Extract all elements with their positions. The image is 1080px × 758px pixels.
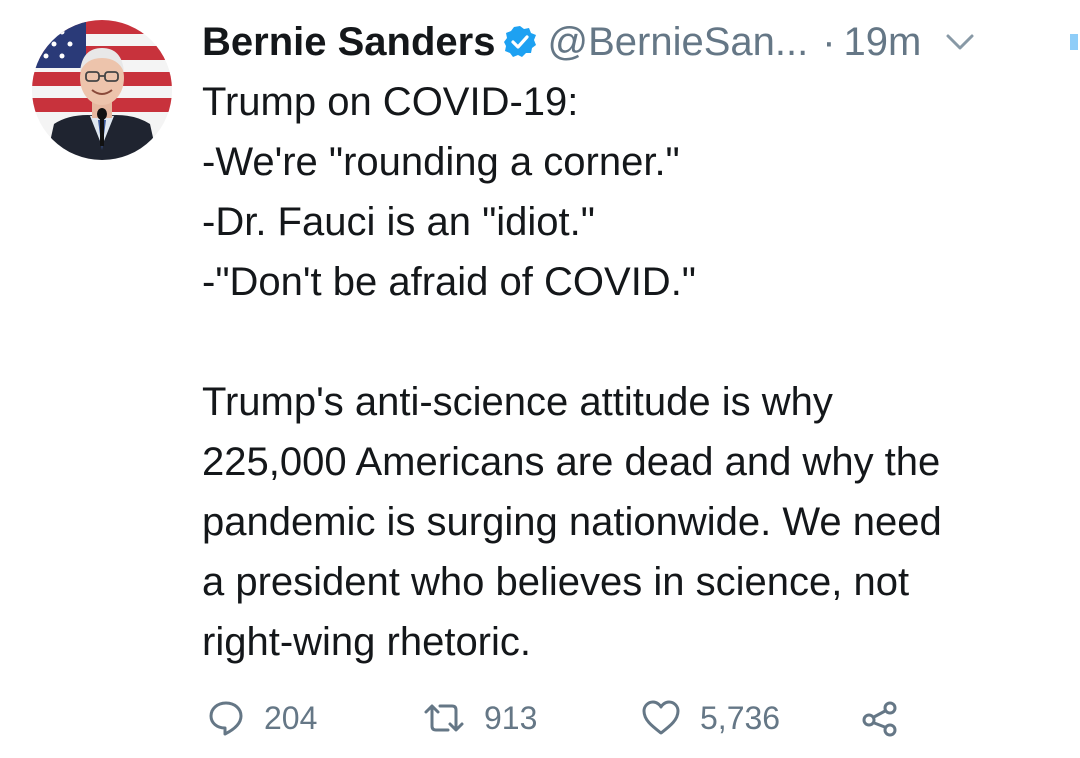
chevron-down-icon[interactable] [945,32,975,52]
retweet-icon [422,698,466,738]
tweet-text: Trump on COVID-19: -We're "rounding a co… [202,72,1062,672]
separator-dot: · [822,19,836,64]
reply-count: 204 [264,699,318,736]
share-button[interactable] [860,694,900,742]
tweet-line: 225,000 Americans are dead and why the [202,440,941,484]
author-handle[interactable]: @BernieSan... [547,20,808,65]
tweet-line: -"Don't be afraid of COVID." [202,260,697,304]
like-icon [640,698,682,738]
tweet-line: right-wing rhetoric. [202,620,532,664]
retweet-count: 913 [484,699,538,736]
author-name[interactable]: Bernie Sanders [202,20,495,65]
tweet-line: a president who believes in science, not [202,560,910,604]
tweet-line: pandemic is surging nationwide. We need [202,500,942,544]
reply-button[interactable]: 204 [206,694,317,742]
retweet-button[interactable]: 913 [422,694,537,742]
avatar-image [32,20,172,160]
reply-icon [206,698,246,738]
tweet-header: Bernie Sanders @BernieSan... · 19m [202,14,1080,70]
tweet-line: Trump on COVID-19: [202,80,579,124]
like-count: 5,736 [700,699,781,736]
avatar[interactable] [32,20,172,160]
verified-badge-icon [503,25,537,59]
tweet-actions: 204 913 5,736 [202,694,962,742]
tweet-line: -We're "rounding a corner." [202,140,680,184]
tweet-line: Trump's anti-science attitude is why [202,380,833,424]
tweet-timestamp[interactable]: 19m [844,20,922,65]
like-button[interactable]: 5,736 [640,694,780,742]
share-icon [860,698,900,738]
edge-indicator [1070,34,1078,50]
tweet-line: -Dr. Fauci is an "idiot." [202,200,595,244]
